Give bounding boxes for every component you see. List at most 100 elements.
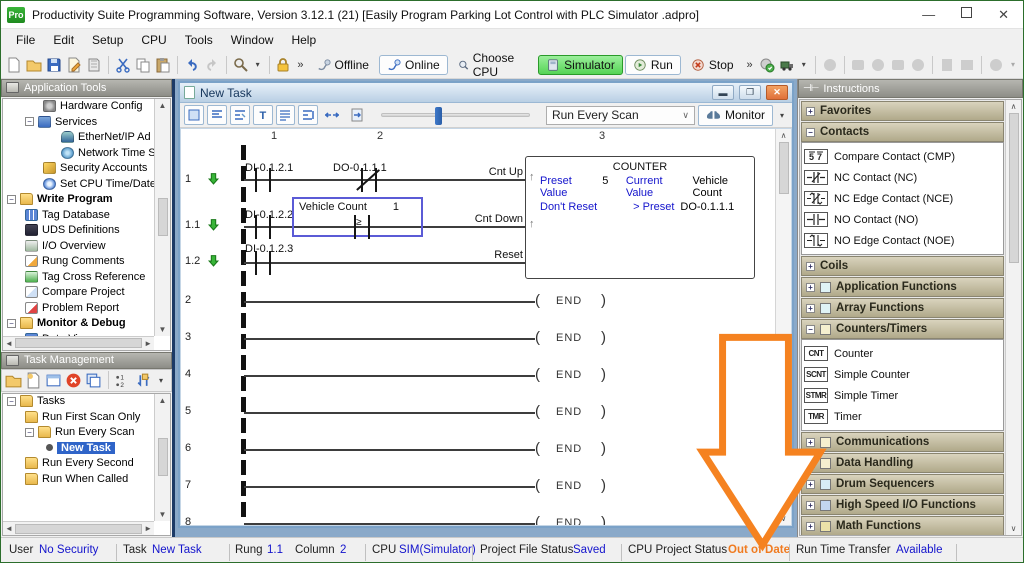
no-contact[interactable] [255,251,257,275]
tree-item-monitor-debug[interactable]: Monitor & Debug [3,316,170,332]
tree-item-tag-database[interactable]: Tag Database [3,207,170,223]
tree-item-set-cpu-time[interactable]: Set CPU Time/Date [3,176,170,192]
instruction-simple-timer[interactable]: STMR Simple Timer [804,385,1001,406]
end-coil[interactable]: END [556,332,582,344]
section-array-functions[interactable]: Array Functions [801,298,1004,318]
tree-item-rung-comments[interactable]: Rung Comments [3,254,170,270]
open-task-icon[interactable] [45,372,62,389]
expand-icon[interactable] [806,500,815,510]
menu-cpu[interactable]: CPU [132,31,175,49]
section-contacts[interactable]: Contacts [801,122,1004,142]
copy-icon[interactable] [134,54,152,76]
new-task-title-bar[interactable]: New Task ▬ ❐ ✕ [180,83,792,103]
collapse-icon[interactable] [7,396,16,406]
compare-contact[interactable] [368,215,370,239]
run-button[interactable]: Run [624,54,681,75]
instruction-simple-counter[interactable]: SCNT Simple Counter [804,364,1001,385]
expand-icon[interactable] [806,479,815,489]
sort-dropdown-icon[interactable]: ▾ [155,376,167,385]
sort-tasks-icon[interactable] [135,372,152,389]
collapse-icon[interactable] [7,194,16,204]
instruction-no-edge-contact[interactable]: NO Edge Contact (NOE) [804,230,1001,251]
zoom-slider[interactable] [380,107,530,125]
task-tree-vertical-scrollbar[interactable]: ▲ ▼ [154,393,170,521]
instruction-nc-edge-contact[interactable]: NC Edge Contact (NCE) [804,188,1001,209]
save-project-icon[interactable] [45,54,63,76]
no-contact[interactable] [269,168,271,192]
ladder-view-button[interactable] [184,105,204,125]
section-application-functions[interactable]: Application Functions [801,277,1004,297]
expand-columns-icon[interactable] [321,104,343,126]
tree-item-new-task[interactable]: New Task [3,440,170,456]
tree-item-tasks[interactable]: Tasks [3,394,170,409]
menu-help[interactable]: Help [282,31,325,49]
monitor-dropdown-icon[interactable]: ▾ [776,111,788,120]
show-addresses-button[interactable] [275,105,296,125]
section-favorites[interactable]: Favorites [801,101,1004,121]
window-minimize-button[interactable]: ▬ [712,85,734,100]
expand-icon[interactable] [806,458,815,468]
end-coil[interactable]: END [556,443,582,455]
expand-icon[interactable] [806,261,815,271]
instructions-vertical-scrollbar[interactable]: ∧ ∨ [1005,100,1021,535]
task-tree-horizontal-scrollbar[interactable]: ◄ ► [3,521,154,535]
tree-item-io-overview[interactable]: I/O Overview [3,238,170,254]
section-coils[interactable]: Coils [801,256,1004,276]
tree-item-run-every-second[interactable]: Run Every Second [3,456,170,472]
zoom-slider-thumb[interactable] [434,107,442,125]
tree-item-run-when-called[interactable]: Run When Called [3,471,170,487]
simulator-button[interactable]: Simulator [538,54,623,75]
tree-item-run-every-scan[interactable]: Run Every Scan [3,425,170,441]
window-restore-button[interactable]: ❐ [739,85,761,100]
print-icon[interactable] [85,54,103,76]
ladder-canvas[interactable]: 1 2 3 1 DI-0.1.2.1 DO-0.1.1.1 Cnt Up [180,128,792,526]
expand-icon[interactable] [806,106,815,116]
open-project-icon[interactable] [25,54,43,76]
show-tag-comments-button[interactable] [229,105,250,125]
ladder-vertical-scrollbar[interactable]: ∧ ∨ [775,129,791,525]
end-coil[interactable]: END [556,369,582,381]
toolbar-overflow2-icon[interactable]: » [744,59,756,71]
menu-file[interactable]: File [7,31,44,49]
end-coil[interactable]: END [556,517,582,525]
collapse-icon[interactable] [806,127,815,137]
tree-item-problem-report[interactable]: Problem Report [3,300,170,316]
instruction-no-contact[interactable]: NO Contact (NO) [804,209,1001,230]
instruction-nc-contact[interactable]: NC Contact (NC) [804,167,1001,188]
redo-icon[interactable] [203,54,221,76]
section-communications[interactable]: Communications [801,432,1004,452]
nc-contact[interactable] [361,168,363,192]
menu-window[interactable]: Window [222,31,283,49]
expand-icon[interactable] [806,521,815,531]
instruction-compare-contact[interactable]: 5 7 Compare Contact (CMP) [804,146,1001,167]
security-lock-icon[interactable] [274,54,292,76]
tree-item-tag-cross-reference[interactable]: Tag Cross Reference [3,269,170,285]
transfer-dropdown-icon[interactable]: ▾ [798,60,810,69]
undo-icon[interactable] [183,54,201,76]
tree-item-uds-definitions[interactable]: UDS Definitions [3,223,170,239]
new-project-icon[interactable] [5,54,23,76]
tree-item-write-program[interactable]: Write Program [3,192,170,208]
collapse-icon[interactable] [7,318,16,328]
run-time-transfer-icon[interactable] [778,54,796,76]
tree-item-network-time[interactable]: Network Time S [3,145,170,161]
choose-cpu-button[interactable]: Choose CPU [450,48,536,82]
end-coil[interactable]: END [556,406,582,418]
collapse-icon[interactable] [806,324,815,334]
offline-button[interactable]: Offline [309,55,377,75]
app-tools-horizontal-scrollbar[interactable]: ◄ ► [3,335,154,350]
no-contact[interactable] [269,215,271,239]
section-counters-timers[interactable]: Counters/Timers [801,319,1004,339]
menu-edit[interactable]: Edit [44,31,83,49]
transfer-to-cpu-icon[interactable] [758,54,776,76]
copy-task-icon[interactable] [85,372,102,389]
no-contact[interactable] [255,215,257,239]
tree-item-hardware-config[interactable]: Hardware Config [3,99,170,114]
minimize-button[interactable]: — [922,7,935,23]
show-columns-button[interactable] [298,105,319,125]
maximize-button[interactable] [961,6,973,18]
save-as-icon[interactable] [65,54,83,76]
tree-item-run-first-scan[interactable]: Run First Scan Only [3,409,170,425]
expand-icon[interactable] [806,437,815,447]
close-button[interactable]: ✕ [998,7,1009,23]
